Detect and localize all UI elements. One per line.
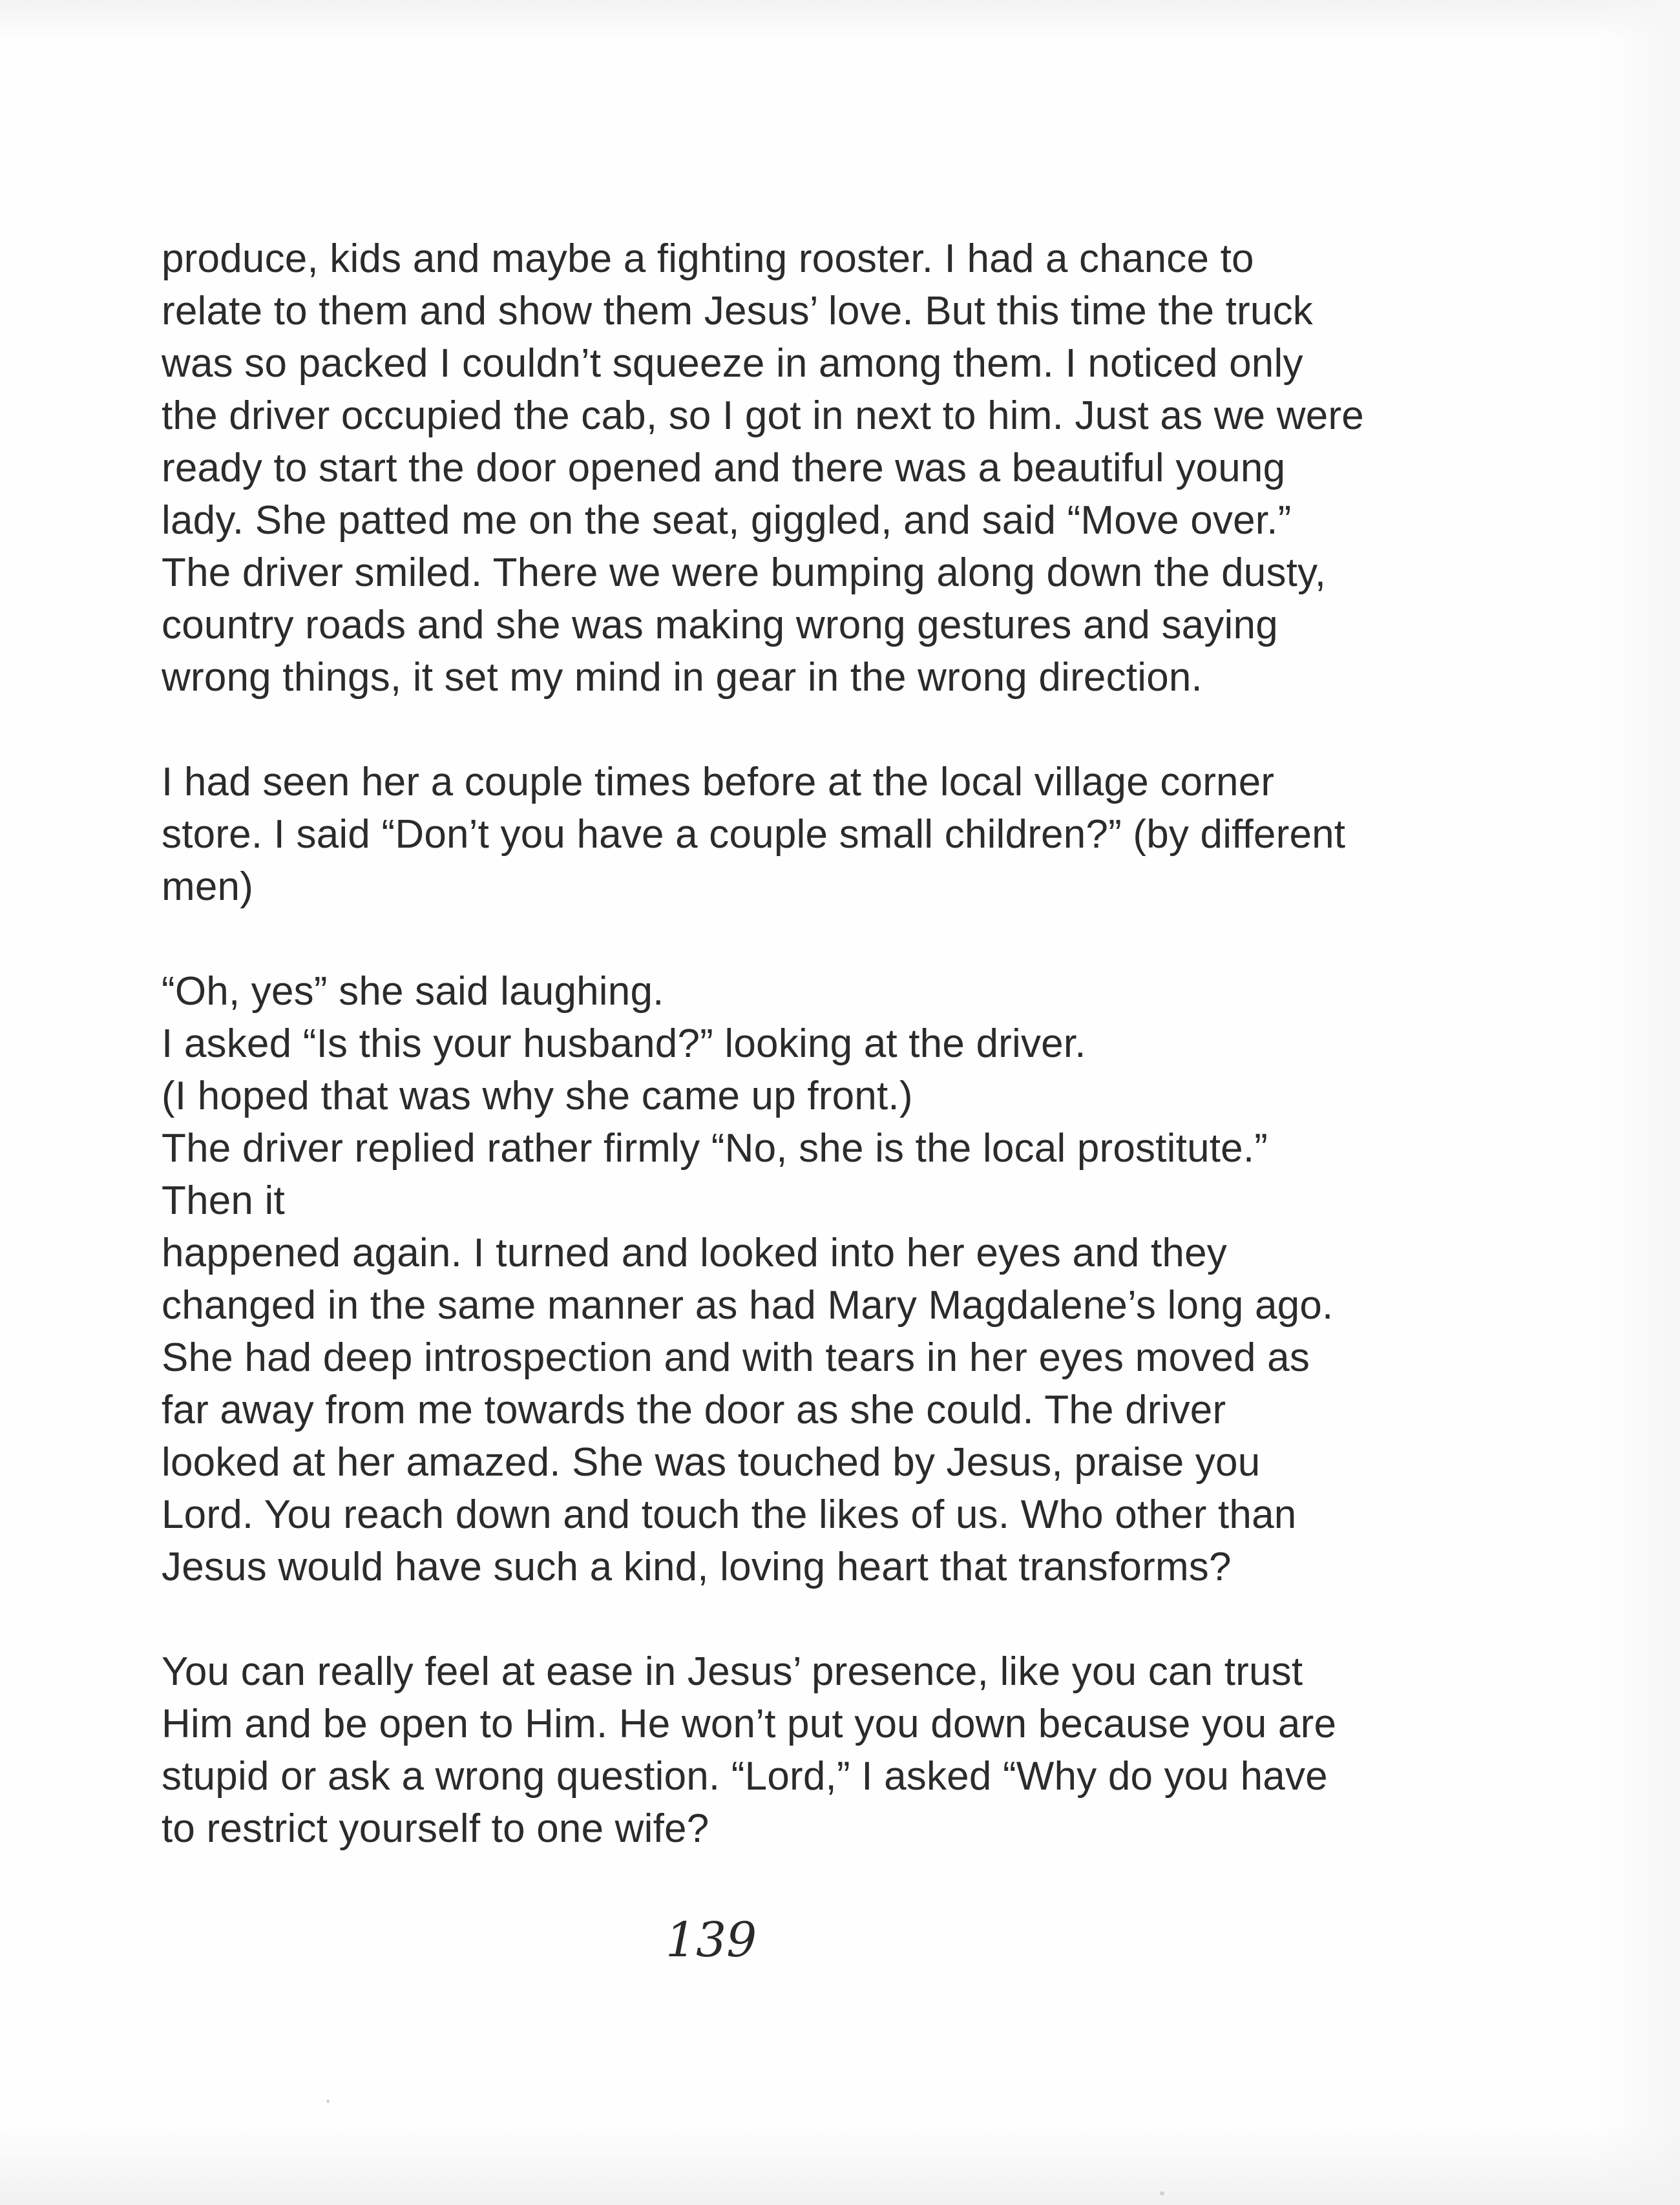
text-line: to restrict yourself to one wife?	[162, 1806, 709, 1851]
text-line: (I hoped that was why she came up front.…	[162, 1074, 913, 1118]
text-line: You can really feel at ease in Jesus’ pr…	[162, 1649, 1303, 1694]
text-line: relate to them and show them Jesus’ love…	[162, 289, 1313, 333]
text-line: Him and be open to Him. He won’t put you…	[162, 1702, 1337, 1746]
paragraph-1: produce, kids and maybe a fighting roost…	[162, 233, 1544, 704]
page-number: 139	[666, 1912, 757, 1968]
body-text: produce, kids and maybe a fighting roost…	[162, 233, 1544, 1855]
text-line: was so packed I couldn’t squeeze in amon…	[162, 341, 1303, 386]
scan-shadow-right	[1596, 0, 1680, 2205]
text-line: changed in the same manner as had Mary M…	[162, 1283, 1334, 1328]
text-line: The driver smiled. There we were bumping…	[162, 550, 1327, 595]
scan-shadow-bottom	[0, 2126, 1680, 2205]
text-line: produce, kids and maybe a fighting roost…	[162, 236, 1254, 281]
scan-speck	[326, 2100, 330, 2103]
text-line: Lord. You reach down and touch the likes…	[162, 1492, 1297, 1537]
text-line: stupid or ask a wrong question. “Lord,” …	[162, 1754, 1328, 1799]
text-line: Then it	[162, 1178, 285, 1223]
text-line: country roads and she was making wrong g…	[162, 603, 1278, 647]
scan-shadow-top	[0, 0, 1680, 39]
text-line: happened again. I turned and looked into…	[162, 1231, 1227, 1275]
text-line: I asked “Is this your husband?” looking …	[162, 1021, 1086, 1066]
text-line: looked at her amazed. She was touched by…	[162, 1440, 1261, 1485]
paragraph-4: You can really feel at ease in Jesus’ pr…	[162, 1646, 1544, 1855]
text-line: the driver occupied the cab, so I got in…	[162, 393, 1364, 438]
paragraph-2: I had seen her a couple times before at …	[162, 756, 1544, 913]
scanned-page: produce, kids and maybe a fighting roost…	[0, 0, 1680, 2205]
text-line: men)	[162, 864, 254, 909]
scan-speck	[1160, 2191, 1164, 2195]
text-line: I had seen her a couple times before at …	[162, 760, 1275, 804]
text-line: wrong things, it set my mind in gear in …	[162, 655, 1202, 700]
text-line: The driver replied rather firmly “No, sh…	[162, 1126, 1268, 1171]
text-line: “Oh, yes” she said laughing.	[162, 969, 664, 1014]
text-line: far away from me towards the door as she…	[162, 1388, 1226, 1432]
text-line: lady. She patted me on the seat, giggled…	[162, 498, 1292, 543]
text-line: ready to start the door opened and there…	[162, 446, 1286, 490]
text-line: store. I said “Don’t you have a couple s…	[162, 812, 1346, 857]
paragraph-3: “Oh, yes” she said laughing. I asked “Is…	[162, 965, 1544, 1593]
text-line: Jesus would have such a kind, loving hea…	[162, 1545, 1232, 1589]
text-line: She had deep introspection and with tear…	[162, 1335, 1310, 1380]
